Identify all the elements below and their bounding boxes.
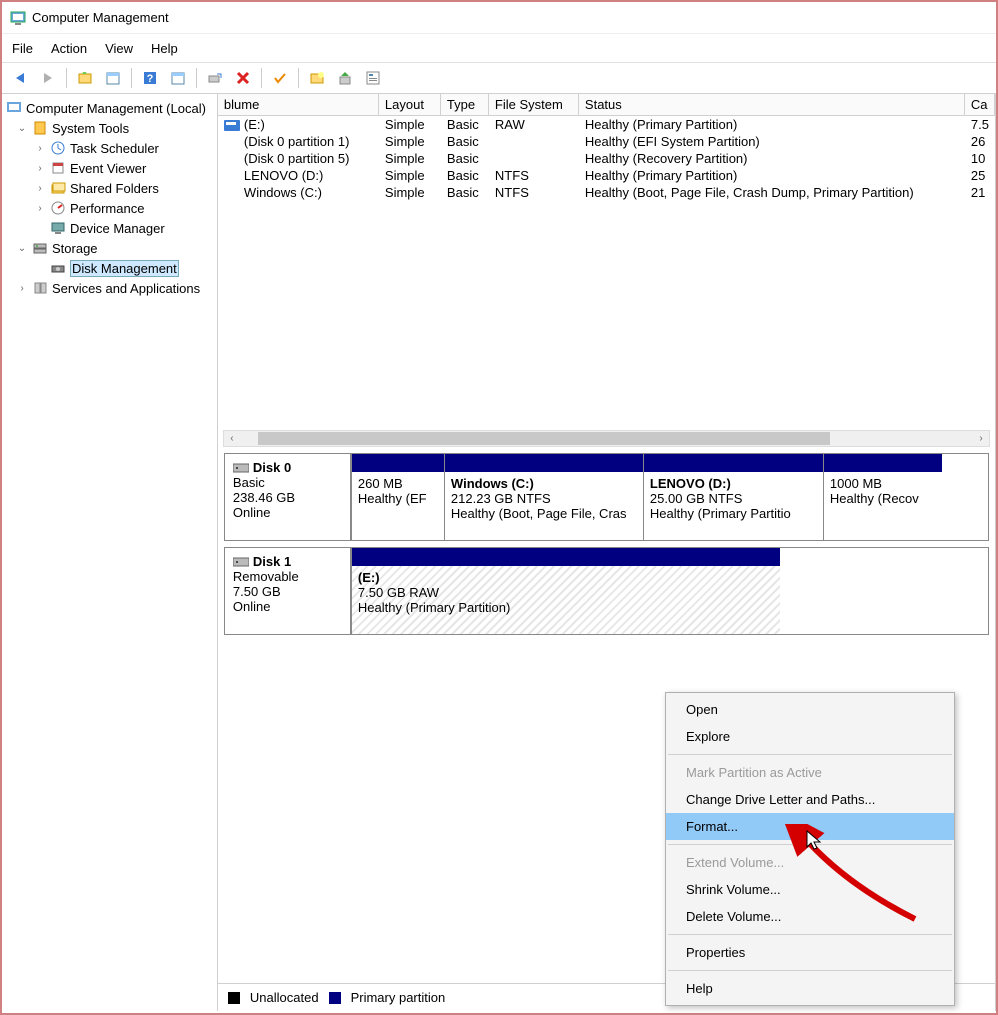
col-filesystem[interactable]: File System <box>489 94 579 115</box>
disk-info: Disk 0Basic238.46 GBOnline <box>225 454 351 540</box>
volume-row[interactable]: (E:)SimpleBasicRAWHealthy (Primary Parti… <box>218 116 995 133</box>
scroll-right-icon[interactable]: › <box>973 433 989 444</box>
tree-system-tools[interactable]: ⌄System Tools <box>2 118 217 138</box>
back-icon[interactable] <box>8 66 32 90</box>
volume-row[interactable]: (Disk 0 partition 5)SimpleBasicHealthy (… <box>218 150 995 167</box>
menu-item-help[interactable]: Help <box>666 975 954 1002</box>
navigation-tree: Computer Management (Local) ⌄System Tool… <box>2 94 218 1011</box>
app-icon <box>10 10 26 26</box>
svg-text:?: ? <box>147 73 154 85</box>
partition[interactable]: 1000 MBHealthy (Recov <box>823 454 942 540</box>
menu-item-properties[interactable]: Properties <box>666 939 954 966</box>
menu-action[interactable]: Action <box>51 41 87 56</box>
menu-separator <box>668 844 952 845</box>
tree-task-scheduler[interactable]: ›Task Scheduler <box>2 138 217 158</box>
menu-item-open[interactable]: Open <box>666 696 954 723</box>
refresh-icon[interactable] <box>203 66 227 90</box>
tree-shared-folders[interactable]: ›Shared Folders <box>2 178 217 198</box>
properties-icon[interactable] <box>361 66 385 90</box>
legend-unallocated: Unallocated <box>250 990 319 1005</box>
disk-info: Disk 1Removable7.50 GBOnline <box>225 548 351 634</box>
menu-file[interactable]: File <box>12 41 33 56</box>
horizontal-scrollbar[interactable]: ‹ › <box>223 430 990 447</box>
col-capacity[interactable]: Ca <box>965 94 995 115</box>
menu-item-delete-volume[interactable]: Delete Volume... <box>666 903 954 930</box>
window-title: Computer Management <box>32 10 169 25</box>
legend-primary: Primary partition <box>351 990 446 1005</box>
scroll-left-icon[interactable]: ‹ <box>224 433 240 444</box>
partition[interactable]: Windows (C:)212.23 GB NTFSHealthy (Boot,… <box>444 454 643 540</box>
menubar: File Action View Help <box>2 34 996 62</box>
menu-view[interactable]: View <box>105 41 133 56</box>
menu-item-extend-volume: Extend Volume... <box>666 849 954 876</box>
disk-panel: Disk 0Basic238.46 GBOnline260 MBHealthy … <box>224 453 989 541</box>
delete-icon[interactable] <box>231 66 255 90</box>
folder-icon[interactable] <box>73 66 97 90</box>
titlebar: Computer Management <box>2 2 996 34</box>
tree-device-manager[interactable]: Device Manager <box>2 218 217 238</box>
check-icon[interactable] <box>268 66 292 90</box>
menu-item-change-drive-letter-and-paths[interactable]: Change Drive Letter and Paths... <box>666 786 954 813</box>
forward-icon[interactable] <box>36 66 60 90</box>
tree-disk-management[interactable]: Disk Management <box>2 258 217 278</box>
col-type[interactable]: Type <box>441 94 489 115</box>
volume-row[interactable]: Windows (C:)SimpleBasicNTFSHealthy (Boot… <box>218 184 995 201</box>
tree-services[interactable]: ›Services and Applications <box>2 278 217 298</box>
menu-item-shrink-volume[interactable]: Shrink Volume... <box>666 876 954 903</box>
partition[interactable]: LENOVO (D:)25.00 GB NTFSHealthy (Primary… <box>643 454 823 540</box>
volume-row[interactable]: LENOVO (D:)SimpleBasicNTFSHealthy (Prima… <box>218 167 995 184</box>
volume-list-header: blume Layout Type File System Status Ca <box>218 94 995 116</box>
menu-item-format[interactable]: Format... <box>666 813 954 840</box>
menu-separator <box>668 970 952 971</box>
col-layout[interactable]: Layout <box>379 94 441 115</box>
col-status[interactable]: Status <box>579 94 965 115</box>
toolbar: ? <box>2 62 996 94</box>
calendar-icon[interactable] <box>101 66 125 90</box>
tree-root[interactable]: Computer Management (Local) <box>2 98 217 118</box>
legend-swatch-unallocated <box>228 992 240 1004</box>
tree-storage[interactable]: ⌄Storage <box>2 238 217 258</box>
tree-performance[interactable]: ›Performance <box>2 198 217 218</box>
help-icon[interactable]: ? <box>138 66 162 90</box>
menu-separator <box>668 754 952 755</box>
new-icon[interactable] <box>305 66 329 90</box>
legend-swatch-primary <box>329 992 341 1004</box>
menu-help[interactable]: Help <box>151 41 178 56</box>
up-icon[interactable] <box>333 66 357 90</box>
partition[interactable]: (E:)7.50 GB RAWHealthy (Primary Partitio… <box>351 548 780 634</box>
menu-item-mark-partition-as-active: Mark Partition as Active <box>666 759 954 786</box>
tree-event-viewer[interactable]: ›Event Viewer <box>2 158 217 178</box>
volume-row[interactable]: (Disk 0 partition 1)SimpleBasicHealthy (… <box>218 133 995 150</box>
menu-separator <box>668 934 952 935</box>
context-menu: OpenExplore Mark Partition as ActiveChang… <box>665 692 955 1006</box>
menu-item-explore[interactable]: Explore <box>666 723 954 750</box>
col-volume[interactable]: blume <box>218 94 379 115</box>
disk-panel: Disk 1Removable7.50 GBOnline(E:)7.50 GB … <box>224 547 989 635</box>
partition[interactable]: 260 MBHealthy (EF <box>351 454 444 540</box>
calendar2-icon[interactable] <box>166 66 190 90</box>
scrollbar-thumb[interactable] <box>258 432 830 445</box>
